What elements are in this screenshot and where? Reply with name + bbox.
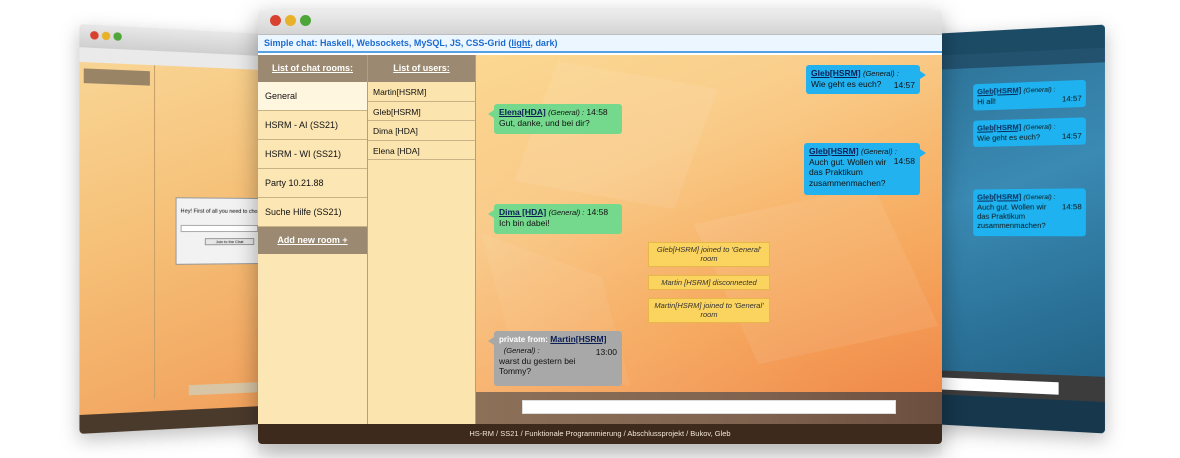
chat-message: Gleb[HSRM] (General) : Hi all! 14:57	[973, 79, 1086, 111]
system-note: Gleb[HSRM] joined to 'General' room	[648, 242, 770, 267]
join-dialog-text: Hey! First of all you need to cho	[180, 208, 258, 215]
background-window-left: Hey! First of all you need to cho Join t…	[79, 24, 264, 434]
message-text: Tommy?	[499, 366, 532, 377]
private-label: private from:	[499, 335, 548, 344]
message-username[interactable]: Gleb[HSRM]	[977, 192, 1021, 202]
message-time: 14:58	[586, 107, 608, 117]
chat-message: Gleb[HSRM] (General) : Auch gut. Wollen …	[973, 188, 1086, 237]
add-room-button[interactable]: Add new room +	[258, 227, 367, 254]
message-text: Auch gut. Wollen wir	[977, 201, 1047, 212]
message-text: Hi all!	[977, 96, 996, 107]
system-note-text: room	[700, 254, 718, 263]
message-text: Gut, danke, und bei dir?	[499, 117, 590, 128]
message-text: Wie geht es euch?	[977, 131, 1041, 143]
chat-layout: List of chat rooms: General HSRM - AI (S…	[258, 55, 942, 424]
system-note-text: room	[700, 310, 718, 319]
rooms-heading: List of chat rooms:	[258, 55, 367, 82]
message-room: (General) :	[862, 69, 899, 78]
message-room: (General) :	[548, 108, 584, 117]
message-text: zusammenmachen?	[977, 220, 1046, 230]
message-room: (General) :	[548, 208, 585, 217]
message-input[interactable]	[522, 400, 896, 414]
app-title: Simple chat: Haskell, Websockets, MySQL,…	[264, 38, 512, 48]
system-note: Martin [HSRM] disconnected	[648, 275, 770, 290]
app-header: Simple chat: Haskell, Websockets, MySQL,…	[258, 35, 942, 53]
room-item-general[interactable]: General	[258, 82, 367, 111]
maximize-dot-icon[interactable]	[300, 15, 311, 26]
system-note-text: Martin[HSRM] joined to 'General'	[654, 301, 764, 310]
chat-message: Gleb[HSRM] (General) : Wie geht es euch?…	[973, 117, 1086, 148]
private-message: private from: Martin[HSRM] (General) : 1…	[488, 331, 622, 386]
minimize-dot-icon	[101, 31, 111, 41]
message-room: (General) :	[860, 147, 897, 156]
message-room: (General) :	[503, 346, 540, 355]
header-close-paren: )	[554, 38, 558, 48]
system-note: Martin[HSRM] joined to 'General' room	[648, 298, 770, 323]
message-room: (General) :	[1023, 123, 1056, 132]
join-dialog: Hey! First of all you need to cho Join t…	[175, 197, 263, 265]
message-input-small[interactable]	[188, 382, 258, 396]
room-item-hsrm-ai[interactable]: HSRM - AI (SS21)	[258, 111, 367, 140]
message-username[interactable]: Gleb[HSRM]	[811, 68, 861, 78]
message-username[interactable]: Dima [HDA]	[499, 207, 546, 217]
message-time: 14:57	[1061, 131, 1082, 141]
rooms-panel: List of chat rooms: General HSRM - AI (S…	[258, 55, 368, 424]
message-username[interactable]: Elena[HDA]	[499, 107, 546, 117]
chat-message-incoming: Elena[HDA] (General) : 14:58 Gut, danke,…	[488, 104, 622, 134]
message-time: 14:58	[586, 207, 609, 217]
background-window-right: Gleb[HSRM] (General) : Hi all! 14:57 Gle…	[930, 24, 1105, 434]
user-item-elena[interactable]: Elena [HDA]	[368, 141, 475, 160]
theme-light-link[interactable]: light	[511, 38, 530, 48]
message-username[interactable]: Martin[HSRM]	[550, 334, 606, 344]
system-note-text: Gleb[HSRM] joined to 'General'	[656, 245, 762, 254]
user-item-martin[interactable]: Martin[HSRM]	[368, 82, 475, 102]
main-chat-window: Simple chat: Haskell, Websockets, MySQL,…	[258, 10, 942, 444]
rooms-heading-small	[83, 68, 150, 86]
room-item-party[interactable]: Party 10.21.88	[258, 169, 367, 198]
footer-small	[79, 406, 264, 434]
background-facet	[514, 60, 718, 210]
close-dot-icon	[90, 30, 99, 40]
users-panel: List of users: Martin[HSRM] Gleb[HSRM] D…	[368, 55, 476, 424]
message-username[interactable]: Gleb[HSRM]	[809, 146, 859, 156]
user-item-dima[interactable]: Dima [HDA]	[368, 121, 475, 141]
users-heading: List of users:	[368, 55, 475, 82]
message-text: Ich bin dabei!	[499, 217, 550, 228]
page-footer: HS-RM / SS21 / Funktionale Programmierun…	[258, 424, 942, 444]
message-time: 13:00	[595, 347, 617, 357]
message-text: warst du gestern bei	[499, 355, 576, 366]
message-username[interactable]: Gleb[HSRM]	[977, 85, 1021, 96]
message-time: 14:57	[1061, 93, 1082, 104]
maximize-dot-icon	[113, 32, 122, 41]
nickname-input[interactable]	[180, 224, 259, 233]
user-item-gleb[interactable]: Gleb[HSRM]	[368, 102, 475, 121]
join-chat-button[interactable]: Join to the Chat	[204, 238, 255, 246]
message-text: Auch gut. Wollen wir	[809, 156, 887, 167]
chat-message-outgoing: Gleb[HSRM] (General) : Wie geht es euch?…	[806, 65, 926, 94]
chat-messages-area[interactable]: Gleb[HSRM] (General) : Wie geht es euch?…	[476, 55, 942, 392]
message-room: (General) :	[1023, 193, 1056, 202]
message-time: 14:58	[1061, 201, 1082, 212]
minimize-dot-icon[interactable]	[285, 15, 296, 26]
room-item-hsrm-wi[interactable]: HSRM - WI (SS21)	[258, 140, 367, 169]
footer-small	[930, 394, 1105, 434]
message-time: 14:57	[893, 80, 915, 90]
message-time: 14:58	[893, 156, 915, 166]
window-reflection	[258, 444, 942, 458]
composer-bar	[476, 392, 942, 424]
room-item-suche-hilfe[interactable]: Suche Hilfe (SS21)	[258, 198, 367, 227]
message-text: Wie geht es euch?	[811, 78, 882, 89]
message-text: das Praktikum	[809, 167, 863, 178]
message-username[interactable]: Gleb[HSRM]	[977, 122, 1021, 132]
theme-dark-link[interactable]: dark	[535, 38, 554, 48]
message-text: zusammenmachen?	[809, 177, 886, 188]
close-dot-icon[interactable]	[270, 15, 281, 26]
window-titlebar	[258, 10, 942, 35]
message-text: das Praktikum	[977, 211, 1026, 221]
chat-message-incoming: Dima [HDA] (General) : 14:58 Ich bin dab…	[488, 204, 622, 234]
system-note-text: Martin [HSRM] disconnected	[661, 278, 757, 287]
chat-message-outgoing: Gleb[HSRM] (General) : Auch gut. Wollen …	[804, 143, 926, 195]
message-room: (General) :	[1023, 86, 1056, 95]
rooms-column-small	[79, 61, 156, 403]
